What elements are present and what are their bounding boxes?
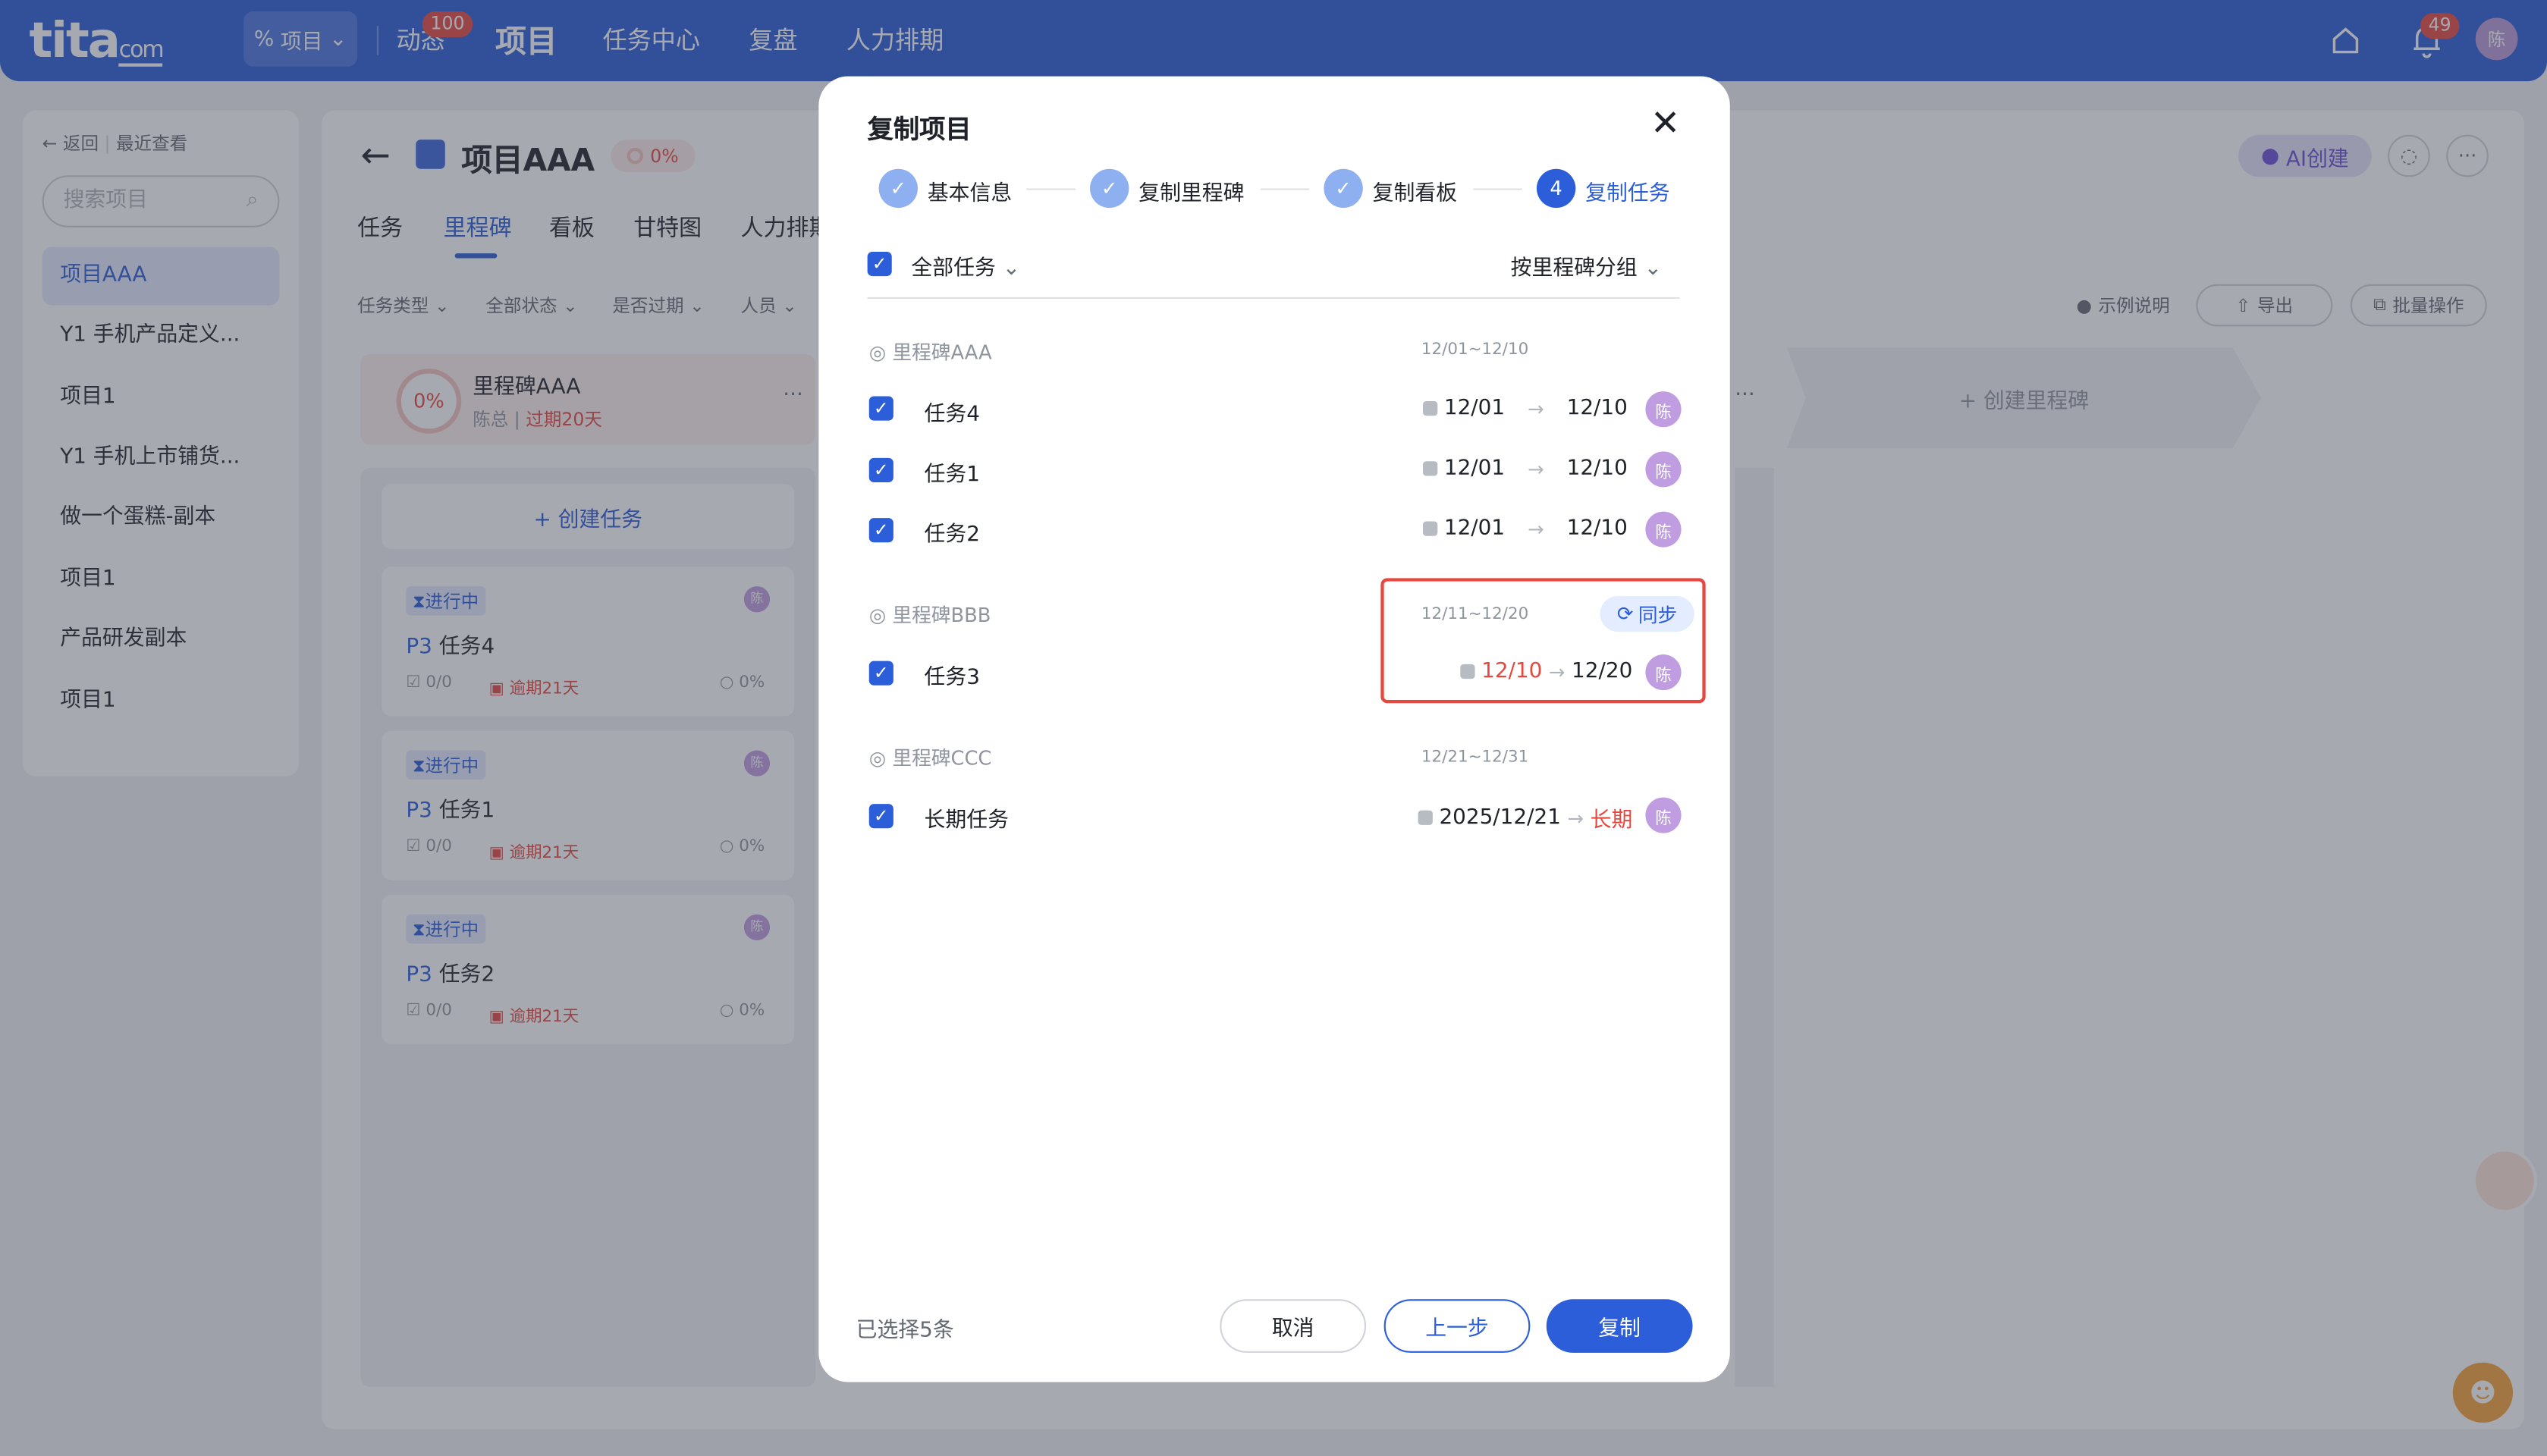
milestone-group-header: ◎ 里程碑CCC [869,744,992,771]
highlight-annotation-box [1380,578,1706,704]
calendar-icon [1423,461,1438,476]
app-root: titacom % 项目 ⌄ 动态 100 项目 任务中心 复盘 人力排期 49… [0,0,2547,1456]
step-done-icon: ✓ [1324,168,1363,209]
milestone-group-header: ◎ 里程碑AAA [869,337,992,365]
milestone-group-name: 里程碑AAA [892,340,992,364]
task-name: 任务1 [924,463,980,488]
step-connector [1260,188,1310,190]
copy-button[interactable]: 复制 [1546,1299,1693,1353]
step-label: 基本信息 [927,181,1013,206]
chevron-down-icon: ⌄ [1002,256,1021,281]
step-connector [1026,188,1076,190]
step-connector [1473,188,1522,190]
step-label: 复制看板 [1372,181,1458,206]
location-icon: ◎ [868,747,887,770]
step-label-current: 复制任务 [1585,181,1670,206]
step-done-icon: ✓ [1090,168,1129,209]
calendar-icon [1418,810,1433,825]
group-by-dropdown[interactable]: 按里程碑分组 ⌄ [1511,250,1662,281]
calendar-icon [1423,400,1438,416]
task-name: 任务2 [924,522,980,548]
divider [867,297,1680,300]
task-checkbox[interactable]: ✓ [868,661,893,686]
step-current-number: 4 [1536,168,1576,209]
avatar: 陈 [1645,797,1682,833]
milestone-range: 12/21~12/31 [1421,748,1529,767]
dialog-title: 复制项目 [867,113,972,145]
select-all-checkbox[interactable]: ✓ [867,251,892,277]
task-name: 任务3 [924,666,980,691]
task-checkbox[interactable]: ✓ [868,804,893,829]
cancel-button[interactable]: 取消 [1220,1299,1367,1353]
avatar: 陈 [1645,451,1682,488]
arrow-right-icon: → [1528,397,1544,420]
task-name: 任务4 [924,403,980,428]
arrow-right-icon: → [1567,806,1584,830]
location-icon: ◎ [868,340,887,364]
all-tasks-dropdown[interactable]: 全部任务 ⌄ [911,250,1020,281]
group-by-label: 按里程碑分组 [1510,256,1638,281]
close-icon[interactable]: ✕ [1650,104,1680,145]
step-done-icon: ✓ [878,168,918,209]
milestone-group-name: 里程碑CCC [892,747,992,770]
all-tasks-label: 全部任务 [911,256,996,281]
task-checkbox[interactable]: ✓ [868,518,893,543]
location-icon: ◎ [868,604,887,627]
chevron-down-icon: ⌄ [1644,256,1662,281]
task-date-range[interactable]: 12/01 → 12/10 [1423,397,1628,421]
task-checkbox[interactable]: ✓ [868,457,893,483]
avatar: 陈 [1645,391,1682,428]
arrow-right-icon: → [1528,517,1544,541]
task-date-range[interactable]: 2025/12/21 → 长期 [1418,802,1632,833]
milestone-range: 12/01~12/10 [1421,340,1529,359]
milestone-group-header: ◎ 里程碑BBB [869,601,991,628]
task-date-range[interactable]: 12/01 → 12/10 [1423,457,1628,481]
arrow-right-icon: → [1528,457,1544,480]
task-date-range[interactable]: 12/01 → 12/10 [1423,516,1628,541]
calendar-icon [1423,521,1438,536]
previous-step-button[interactable]: 上一步 [1383,1299,1531,1353]
milestone-group-name: 里程碑BBB [892,604,991,627]
task-checkbox[interactable]: ✓ [868,396,893,421]
step-label: 复制里程碑 [1138,181,1245,206]
task-name: 长期任务 [924,808,1009,833]
selected-count: 已选择5条 [856,1318,954,1344]
avatar: 陈 [1645,511,1682,548]
